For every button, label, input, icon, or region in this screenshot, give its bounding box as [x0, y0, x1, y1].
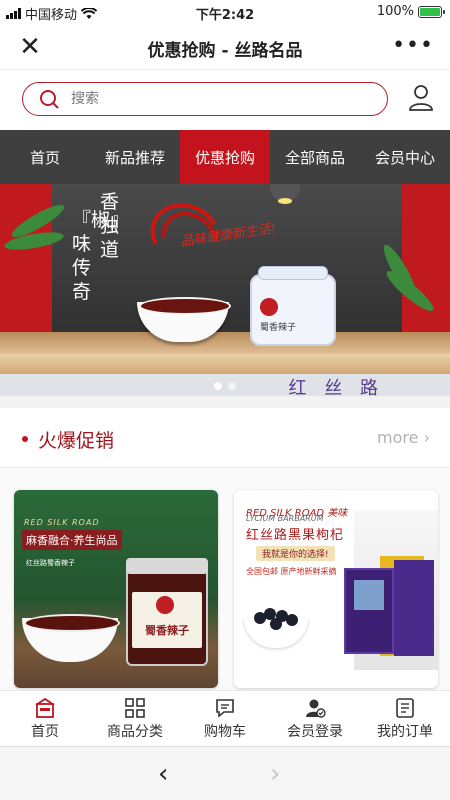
search-input[interactable]	[71, 88, 371, 110]
order-icon	[396, 698, 414, 718]
search-icon	[40, 90, 59, 109]
search-box[interactable]	[22, 82, 388, 116]
more-icon[interactable]: •••	[392, 33, 434, 58]
tab-new[interactable]: 新品推荐	[90, 130, 180, 184]
nav-member-login[interactable]: 会员登录	[270, 691, 360, 746]
carousel-dots[interactable]	[0, 382, 450, 390]
product-jar-image: 蜀香辣子	[126, 558, 208, 666]
tab-promotion[interactable]: 优惠抢购	[180, 130, 270, 184]
battery-percent: 100%	[376, 4, 414, 19]
battery-icon	[418, 5, 445, 18]
forward-arrow-icon[interactable]: ›	[270, 759, 280, 789]
gift-box-image	[394, 560, 434, 656]
tab-member[interactable]: 会员中心	[360, 130, 450, 184]
browser-toolbar: ‹ ›	[0, 746, 450, 800]
product-card[interactable]: RED SILK ROAD 麻香融合·养生尚品 红丝路蜀香辣子 蜀香辣子	[14, 490, 218, 688]
tab-all-products[interactable]: 全部商品	[270, 130, 360, 184]
product-grid: RED SILK ROAD 麻香融合·养生尚品 红丝路蜀香辣子 蜀香辣子 RED…	[0, 468, 450, 690]
section-title: 火爆促销	[38, 430, 115, 452]
page-title: 优惠抢购 - 丝路名品	[147, 41, 303, 61]
status-bar: 中国移动 下午2:42 100%	[0, 0, 450, 24]
user-icon[interactable]	[408, 84, 434, 112]
carousel-dot[interactable]	[214, 382, 222, 390]
nav-category[interactable]: 商品分类	[90, 691, 180, 746]
navbar: ✕ 优惠抢购 - 丝路名品 •••	[0, 24, 450, 70]
hot-promotion-header: 火爆促销 more ›	[0, 408, 450, 468]
nav-orders[interactable]: 我的订单	[360, 691, 450, 746]
nav-cart[interactable]: 购物车	[180, 691, 270, 746]
member-icon	[306, 699, 326, 718]
tab-home[interactable]: 首页	[0, 130, 90, 184]
nav-home[interactable]: 首页	[0, 691, 90, 746]
banner-vertical-title: 香独道 『椒』味传奇	[72, 191, 130, 303]
search-row	[0, 70, 450, 130]
category-icon	[125, 698, 145, 718]
cart-icon	[216, 699, 234, 718]
category-tabs: 首页 新品推荐 优惠抢购 全部商品 会员中心	[0, 130, 450, 184]
gift-box-image	[344, 568, 394, 654]
more-link[interactable]: more ›	[377, 428, 430, 447]
chevron-right-icon: ›	[423, 428, 430, 447]
carousel-dot[interactable]	[228, 382, 236, 390]
bullet-icon	[22, 436, 28, 442]
bottom-nav: 首页 商品分类 购物车 会员登录 我的订单	[0, 690, 450, 746]
product-jar-image: 蜀香辣子	[250, 266, 336, 346]
product-card[interactable]: RED SILK ROAD 美味 LYCIUM BARBARUM 红丝路黑果枸杞…	[234, 490, 438, 688]
chili-bowl-image	[22, 614, 120, 662]
back-arrow-icon[interactable]: ‹	[158, 759, 168, 789]
promo-banner[interactable]: 香独道 『椒』味传奇 品味健康新生活! 蜀香辣子 红 丝 路	[0, 184, 450, 396]
home-icon	[35, 697, 55, 718]
